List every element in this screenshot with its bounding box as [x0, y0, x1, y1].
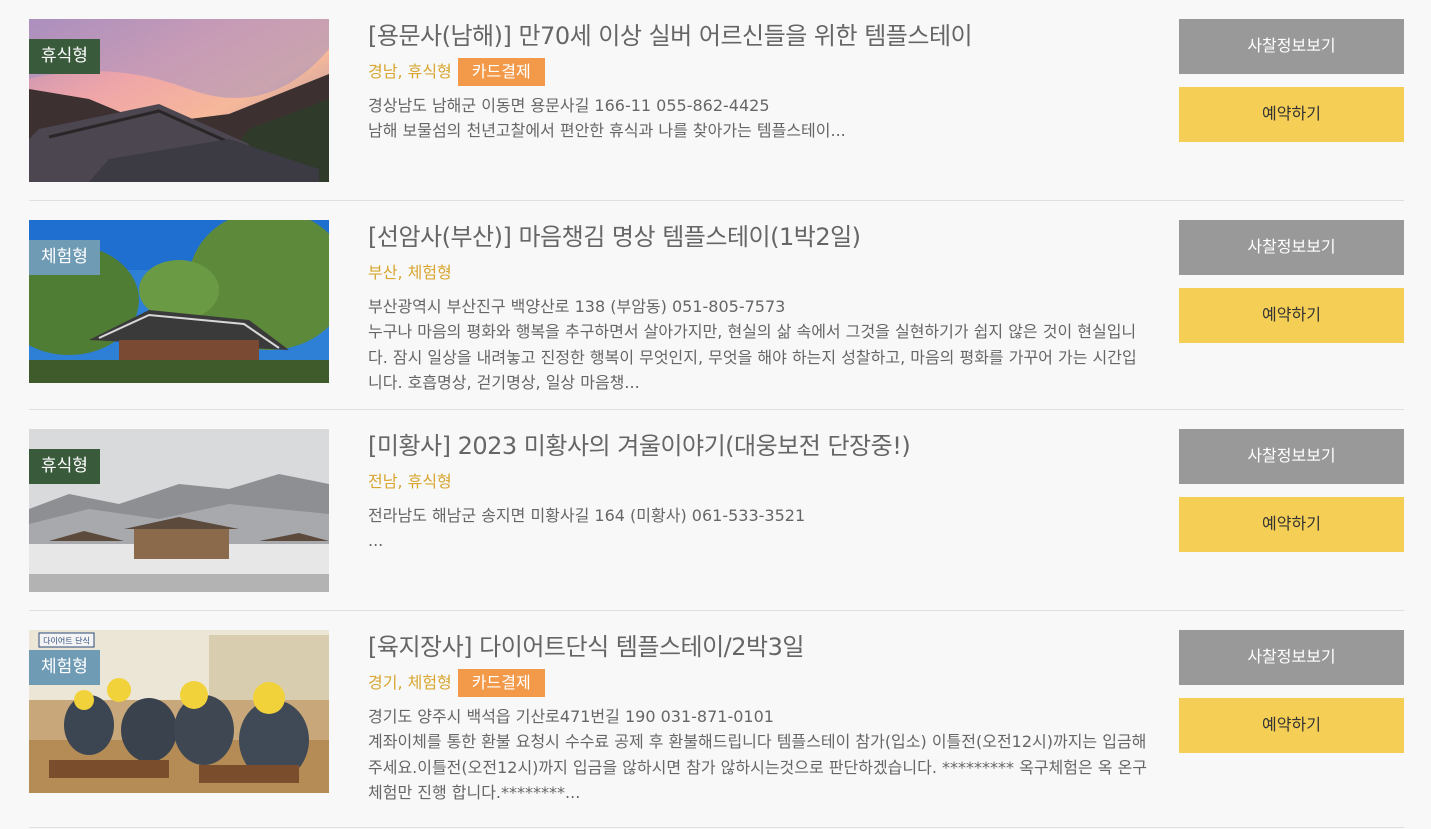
temple-info-button[interactable]: 사찰정보보기	[1179, 220, 1404, 275]
description: ...	[368, 531, 384, 550]
item-info: [선암사(부산)] 마음챙김 명상 템플스테이(1박2일) 부산, 체험형 부산…	[368, 220, 1148, 396]
list-item: 다이어트 단식 체험형 [육지장사] 다이어트단식 템플스테이/2박3일 경기,…	[29, 630, 1404, 828]
item-meta: 경남, 휴식형 카드결제	[368, 57, 1148, 87]
address: 경상남도 남해군 이동면 용문사길 166-11 055-862-4425	[368, 96, 770, 115]
item-meta: 경기, 체험형 카드결제	[368, 668, 1148, 698]
region-label: 경남, 휴식형	[368, 62, 452, 81]
list-item: 휴식형 [미황사] 2023 미황사의 겨울이야기(대웅보전 단장중!) 전남,…	[29, 429, 1404, 611]
card-payment-badge: 카드결제	[457, 58, 545, 86]
temple-info-button[interactable]: 사찰정보보기	[1179, 429, 1404, 484]
type-badge: 체험형	[29, 240, 100, 275]
temple-thumbnail[interactable]: 다이어트 단식 체험형	[29, 630, 329, 793]
temple-thumbnail[interactable]: 휴식형	[29, 19, 329, 182]
item-info: [미황사] 2023 미황사의 겨울이야기(대웅보전 단장중!) 전남, 휴식형…	[368, 429, 1148, 554]
description: 계좌이체를 통한 환불 요청시 수수료 공제 후 환불해드립니다 템플스테이 참…	[368, 732, 1148, 802]
description: 남해 보물섬의 천년고찰에서 편안한 휴식과 나를 찾아가는 템플스테이...	[368, 121, 846, 140]
temple-thumbnail[interactable]: 휴식형	[29, 429, 329, 592]
address: 경기도 양주시 백석읍 기산로471번길 190 031-871-0101	[368, 707, 774, 726]
item-actions: 사찰정보보기 예약하기	[1179, 630, 1404, 753]
item-actions: 사찰정보보기 예약하기	[1179, 19, 1404, 142]
region-label: 경기, 체험형	[368, 673, 452, 692]
type-badge: 휴식형	[29, 449, 100, 484]
temple-info-button[interactable]: 사찰정보보기	[1179, 19, 1404, 74]
item-info: [육지장사] 다이어트단식 템플스테이/2박3일 경기, 체험형 카드결제 경기…	[368, 630, 1148, 806]
item-title[interactable]: [육지장사] 다이어트단식 템플스테이/2박3일	[368, 630, 1148, 664]
list-item: 체험형 [선암사(부산)] 마음챙김 명상 템플스테이(1박2일) 부산, 체험…	[29, 220, 1404, 410]
reserve-button[interactable]: 예약하기	[1179, 497, 1404, 552]
address: 전라남도 해남군 송지면 미황사길 164 (미황사) 061-533-3521	[368, 506, 806, 525]
address: 부산광역시 부산진구 백양산로 138 (부암동) 051-805-7573	[368, 297, 786, 316]
item-title[interactable]: [선암사(부산)] 마음챙김 명상 템플스테이(1박2일)	[368, 220, 1148, 254]
photo-banner-text: 다이어트 단식	[43, 636, 90, 646]
item-info: [용문사(남해)] 만70세 이상 실버 어르신들을 위한 템플스테이 경남, …	[368, 19, 1148, 144]
card-payment-badge: 카드결제	[457, 669, 545, 697]
item-title[interactable]: [미황사] 2023 미황사의 겨울이야기(대웅보전 단장중!)	[368, 429, 1148, 463]
item-actions: 사찰정보보기 예약하기	[1179, 429, 1404, 552]
type-badge: 체험형	[29, 650, 100, 685]
reserve-button[interactable]: 예약하기	[1179, 87, 1404, 142]
item-meta: 부산, 체험형	[368, 258, 1148, 288]
reserve-button[interactable]: 예약하기	[1179, 288, 1404, 343]
item-actions: 사찰정보보기 예약하기	[1179, 220, 1404, 343]
type-badge: 휴식형	[29, 39, 100, 74]
templestay-list: 휴식형 [용문사(남해)] 만70세 이상 실버 어르신들을 위한 템플스테이 …	[0, 0, 1431, 829]
temple-info-button[interactable]: 사찰정보보기	[1179, 630, 1404, 685]
item-title[interactable]: [용문사(남해)] 만70세 이상 실버 어르신들을 위한 템플스테이	[368, 19, 1148, 53]
region-label: 부산, 체험형	[368, 263, 452, 282]
reserve-button[interactable]: 예약하기	[1179, 698, 1404, 753]
description: 누구나 마음의 평화와 행복을 추구하면서 살아가지만, 현실의 삶 속에서 그…	[368, 322, 1137, 392]
temple-thumbnail[interactable]: 체험형	[29, 220, 329, 383]
list-item: 휴식형 [용문사(남해)] 만70세 이상 실버 어르신들을 위한 템플스테이 …	[29, 19, 1404, 201]
item-meta: 전남, 휴식형	[368, 467, 1148, 497]
region-label: 전남, 휴식형	[368, 472, 452, 491]
